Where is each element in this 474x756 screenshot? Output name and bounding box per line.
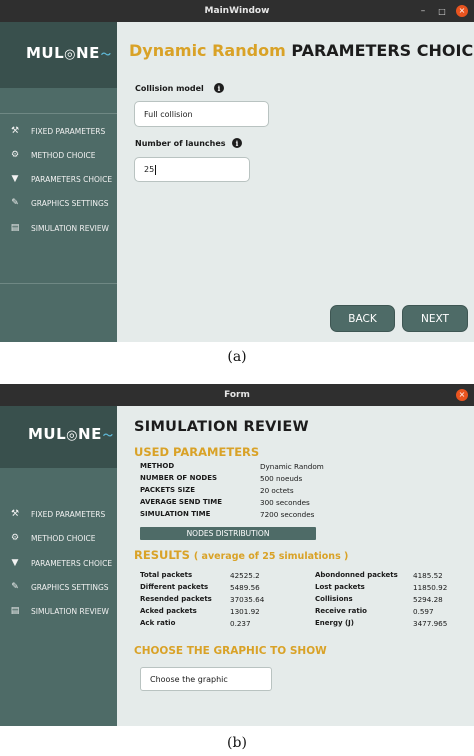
wrench-icon: ⚒ <box>10 126 20 136</box>
sidebar-item-label: SIMULATION REVIEW <box>31 606 109 616</box>
sidebar-item-simulation-review[interactable]: ▤ SIMULATION REVIEW <box>8 604 109 618</box>
document-icon: ▤ <box>10 606 20 616</box>
param-value: 500 noeuds <box>260 474 303 483</box>
next-button[interactable]: NEXT <box>402 305 468 332</box>
sidebar-item-label: PARAMETERS CHOICE <box>31 174 113 184</box>
minimize-icon[interactable]: – <box>416 0 430 22</box>
sidebar-item-label: FIXED PARAMETERS <box>31 509 106 519</box>
wrench-icon: ⚒ <box>10 509 20 519</box>
result-key: Resended packets <box>140 595 212 603</box>
number-of-launches-field[interactable]: 25 <box>134 157 250 182</box>
brush-icon: ✎ <box>11 582 19 592</box>
method-name: Dynamic Random <box>129 41 286 60</box>
sidebar-item-parameters-choice[interactable]: ▼ PARAMETERS CHOICE <box>8 172 113 186</box>
window-title: MainWindow <box>204 6 270 16</box>
result-value: 1301.92 <box>230 607 260 616</box>
param-value: Dynamic Random <box>260 462 324 471</box>
page-title-text: PARAMETERS CHOICE <box>291 41 474 60</box>
maximize-icon[interactable]: □ <box>435 0 449 22</box>
main-window: MainWindow – □ × MUL◎NE〜 ⚒ FIXED PARAMET… <box>0 0 474 342</box>
caption-a: (a) <box>227 349 247 365</box>
sidebar-item-label: SIMULATION REVIEW <box>31 223 109 233</box>
result-key: Lost packets <box>315 583 365 591</box>
result-key: Energy (J) <box>315 619 354 627</box>
tools-icon: ⚙ <box>10 150 20 160</box>
sidebar-divider <box>0 113 117 114</box>
back-button[interactable]: BACK <box>330 305 395 332</box>
result-key: Different packets <box>140 583 209 591</box>
result-value: 0.597 <box>413 607 434 616</box>
graphic-select-value: Choose the graphic <box>150 674 228 684</box>
sidebar-divider <box>0 283 117 284</box>
result-key: Receive ratio <box>315 607 367 615</box>
sidebar-item-parameters-choice[interactable]: ▼ PARAMETERS CHOICE <box>8 556 113 570</box>
info-icon[interactable]: i <box>214 83 224 93</box>
number-of-launches-value: 25 <box>144 165 155 174</box>
result-key: Ack ratio <box>140 619 176 627</box>
page-title: Dynamic Random PARAMETERS CHOICE <box>129 41 474 60</box>
sidebar-item-label: GRAPHICS SETTINGS <box>31 582 109 592</box>
sidebar-item-fixed-parameters[interactable]: ⚒ FIXED PARAMETERS <box>8 507 105 521</box>
sidebar-item-method-choice[interactable]: ⚙ METHOD CHOICE <box>8 148 96 162</box>
sidebar-item-label: GRAPHICS SETTINGS <box>31 198 109 208</box>
collision-model-value: Full collision <box>144 109 193 119</box>
result-key: Total packets <box>140 571 193 579</box>
result-value: 11850.92 <box>413 583 448 592</box>
window-titlebar: MainWindow <box>0 0 474 22</box>
results-subtitle: ( average of 25 simulations ) <box>193 551 349 562</box>
sidebar-item-label: PARAMETERS CHOICE <box>31 558 113 568</box>
sidebar-item-graphics-settings[interactable]: ✎ GRAPHICS SETTINGS <box>8 580 109 594</box>
sidebar-item-method-choice[interactable]: ⚙ METHOD CHOICE <box>8 531 96 545</box>
text-caret <box>155 164 157 175</box>
param-key: NUMBER OF NODES <box>140 474 218 482</box>
choose-graphic-title: CHOOSE THE GRAPHIC TO SHOW <box>134 645 327 657</box>
page-title: SIMULATION REVIEW <box>134 419 309 435</box>
result-value: 5294.28 <box>413 595 443 604</box>
document-icon: ▤ <box>10 223 20 233</box>
sidebar-item-graphics-settings[interactable]: ✎ GRAPHICS SETTINGS <box>8 196 109 210</box>
result-key: Collisions <box>315 595 353 603</box>
tools-icon: ⚙ <box>10 533 20 543</box>
sidebar-item-label: METHOD CHOICE <box>31 533 96 543</box>
collision-model-field[interactable]: Full collision <box>134 101 269 127</box>
sidebar-item-label: METHOD CHOICE <box>31 150 96 160</box>
result-value: 37035.64 <box>230 595 265 604</box>
param-key: METHOD <box>140 462 175 470</box>
content-area <box>117 22 474 342</box>
number-of-launches-label: Number of launches <box>135 139 226 148</box>
param-key: PACKETS SIZE <box>140 486 196 494</box>
nodes-distribution-button[interactable]: NODES DISTRIBUTION <box>140 527 316 540</box>
results-title-text: RESULTS <box>134 548 190 562</box>
result-value: 5489.56 <box>230 583 260 592</box>
app-logo: MUL◎NE〜 <box>28 425 114 443</box>
param-key: SIMULATION TIME <box>140 510 211 518</box>
sidebar-item-fixed-parameters[interactable]: ⚒ FIXED PARAMETERS <box>8 124 105 138</box>
param-value: 300 secondes <box>260 498 310 507</box>
param-value: 20 octets <box>260 486 294 495</box>
sidebar-item-simulation-review[interactable]: ▤ SIMULATION REVIEW <box>8 221 109 235</box>
result-value: 4185.52 <box>413 571 443 580</box>
caption-b: (b) <box>227 735 247 751</box>
app-logo: MUL◎NE〜 <box>26 44 112 62</box>
result-key: Abondonned packets <box>315 571 398 579</box>
result-key: Acked packets <box>140 607 197 615</box>
close-icon[interactable]: × <box>456 5 468 17</box>
used-parameters-title: USED PARAMETERS <box>134 445 260 459</box>
param-key: AVERAGE SEND TIME <box>140 498 222 506</box>
graphic-select[interactable]: Choose the graphic <box>140 667 272 691</box>
window-title: Form <box>224 390 250 400</box>
collision-model-label: Collision model <box>135 84 204 93</box>
result-value: 0.237 <box>230 619 251 628</box>
sidebar-item-label: FIXED PARAMETERS <box>31 126 106 136</box>
close-icon[interactable]: × <box>456 389 468 401</box>
param-value: 7200 secondes <box>260 510 315 519</box>
results-title: RESULTS ( average of 25 simulations ) <box>134 548 348 562</box>
window-titlebar: Form <box>0 384 474 406</box>
result-value: 3477.965 <box>413 619 448 628</box>
filter-icon: ▼ <box>11 558 19 568</box>
brush-icon: ✎ <box>11 198 19 208</box>
info-icon[interactable]: i <box>232 138 242 148</box>
filter-icon: ▼ <box>11 174 19 184</box>
result-value: 42525.2 <box>230 571 260 580</box>
